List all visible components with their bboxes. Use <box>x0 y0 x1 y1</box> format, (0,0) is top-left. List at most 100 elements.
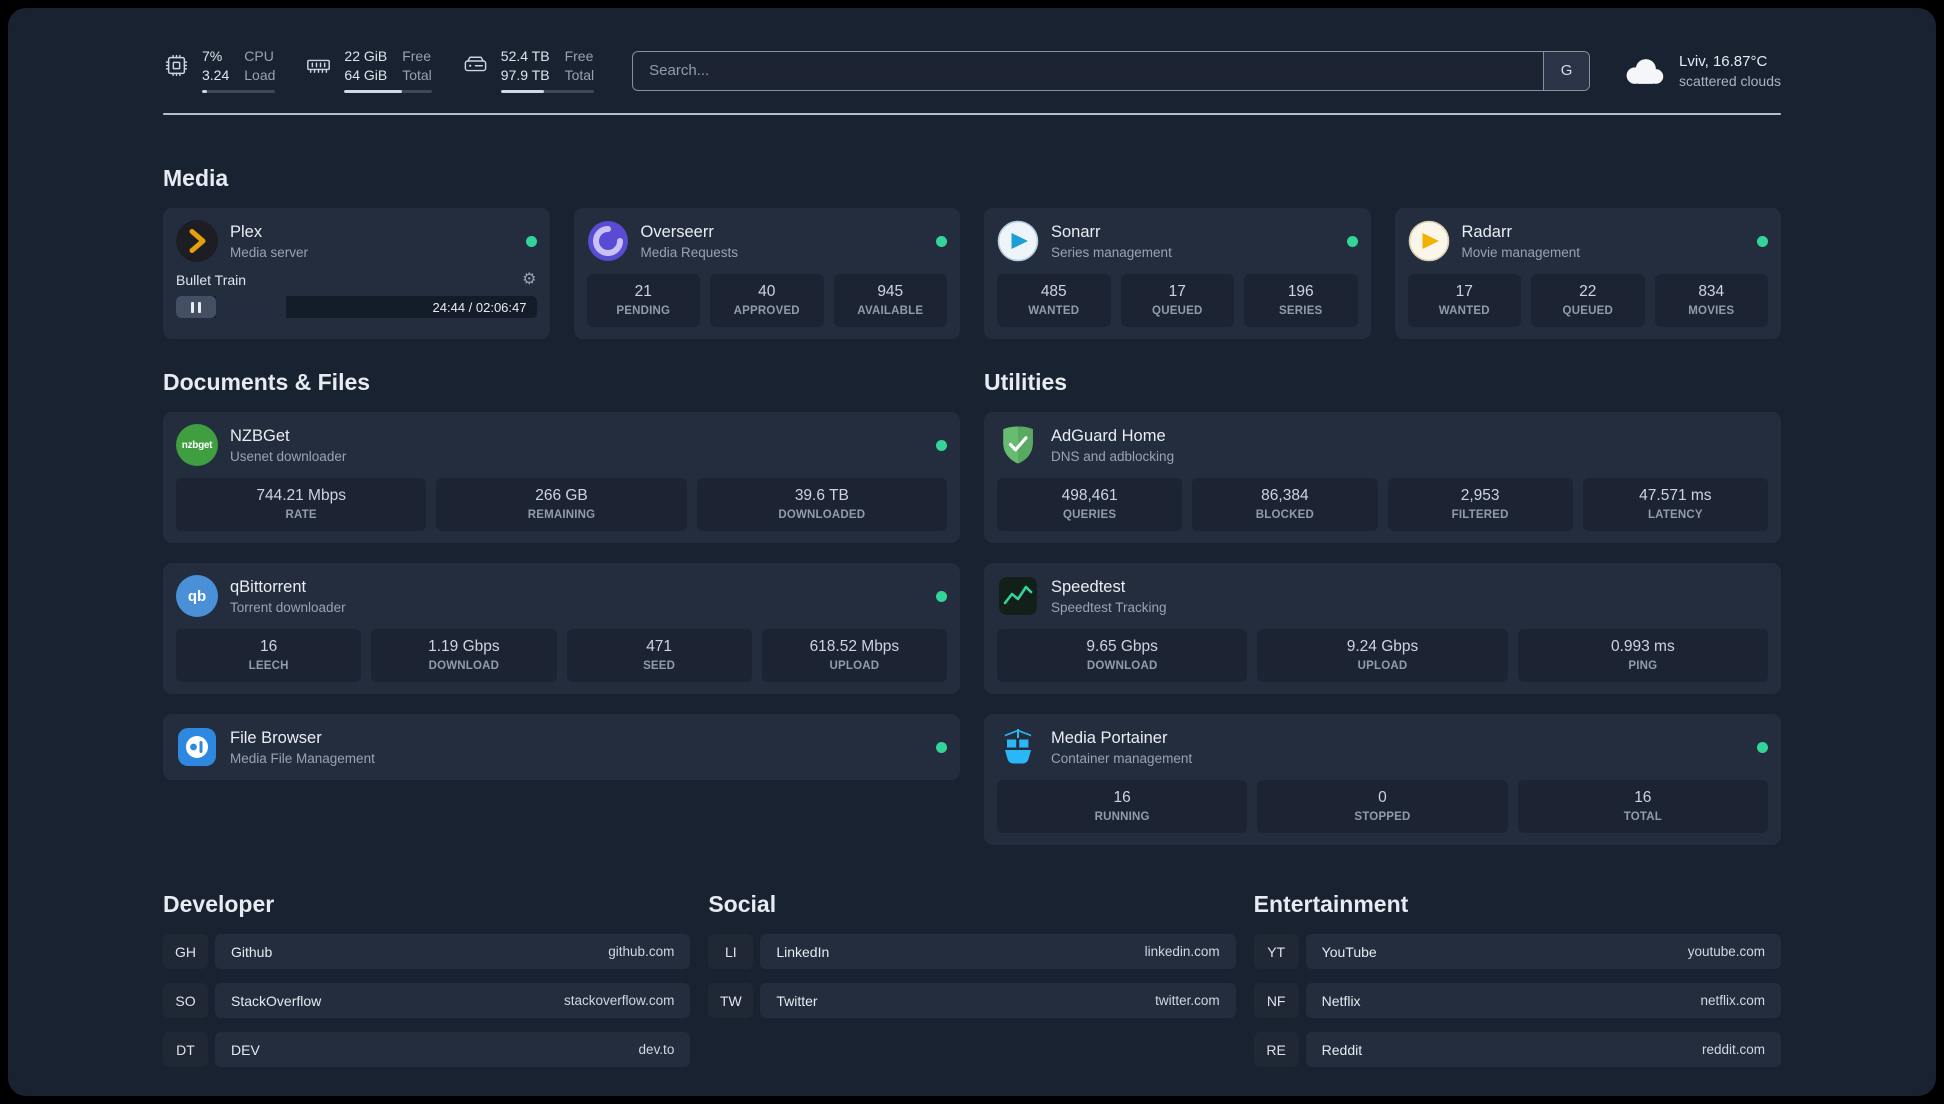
bookmark-item-stackoverflow[interactable]: SO StackOverflow stackoverflow.com <box>163 983 691 1018</box>
stat-label: STOPPED <box>1354 811 1411 823</box>
bookmark-item-netflix[interactable]: NF Netflix netflix.com <box>1253 983 1781 1018</box>
service-link-adguard[interactable]: AdGuard Home DNS and adblocking <box>997 424 1768 466</box>
stat-value: 0 <box>1378 789 1387 806</box>
disk-free-value: 52.4 TB <box>500 48 550 64</box>
service-link-plex[interactable]: Plex Media server <box>176 220 537 262</box>
memory-free-label: Free <box>402 48 432 64</box>
stat-box: 16 RUNNING <box>997 780 1248 833</box>
stat-label: QUEUED <box>1562 305 1613 317</box>
service-link-qbittorrent[interactable]: qb qBittorrent Torrent downloader <box>176 575 947 617</box>
status-dot <box>1757 741 1768 753</box>
disk-free-label: Free <box>564 48 594 64</box>
dashboard-content: 7% 3.24 CPU Load 22 GiB 64 GiB Free Tota… <box>163 8 1781 1067</box>
stat-label: AVAILABLE <box>857 305 924 317</box>
service-description: Speedtest Tracking <box>1051 599 1167 615</box>
documents-column: Documents & Files nzbget NZBGet Usenet d… <box>163 369 960 780</box>
bookmark-item-youtube[interactable]: YT YouTube youtube.com <box>1253 934 1781 969</box>
service-card-filebrowser: File Browser Media File Management <box>163 714 960 780</box>
stat-label: SEED <box>643 660 676 672</box>
memory-icon <box>305 52 332 79</box>
memory-free-value: 22 GiB <box>344 48 388 64</box>
bookmark-item-twitter[interactable]: TW Twitter twitter.com <box>708 983 1236 1018</box>
cpu-usage-bar-fill <box>202 90 208 93</box>
cpu-readout: 7% 3.24 CPU Load <box>202 48 276 93</box>
cpu-usage-bar <box>202 90 276 93</box>
stat-value: 86,384 <box>1261 487 1309 504</box>
bookmark-pill: Reddit reddit.com <box>1305 1032 1781 1067</box>
section-title-utilities: Utilities <box>984 369 1068 395</box>
stat-box: 945 AVAILABLE <box>833 274 947 327</box>
service-link-speedtest[interactable]: Speedtest Speedtest Tracking <box>997 575 1768 617</box>
sonarr-icon <box>997 220 1039 262</box>
stat-box: 16 TOTAL <box>1517 780 1768 833</box>
service-name: qBittorrent <box>230 577 307 596</box>
bookmark-pill: LinkedIn linkedin.com <box>760 934 1236 969</box>
service-card-nzbget: nzbget NZBGet Usenet downloader 744.21 M… <box>163 412 960 543</box>
stat-label: BLOCKED <box>1255 509 1314 521</box>
search-input[interactable] <box>633 62 1544 79</box>
bookmark-item-github[interactable]: GH Github github.com <box>163 934 691 969</box>
bookmark-pill: YouTube youtube.com <box>1305 934 1781 969</box>
search-provider-button[interactable]: G <box>1543 51 1590 90</box>
bookmark-abbr: YT <box>1253 934 1299 969</box>
stat-label: DOWNLOAD <box>428 660 500 672</box>
service-link-portainer[interactable]: Media Portainer Container management <box>997 726 1768 768</box>
playback-progress-bar: 24:44 / 02:06:47 <box>176 296 537 318</box>
stat-label: PING <box>1628 660 1658 672</box>
disk-widget: 52.4 TB 97.9 TB Free Total <box>462 48 595 93</box>
stat-box: 485 WANTED <box>997 274 1111 327</box>
stat-value: 1.19 Gbps <box>428 638 500 655</box>
bookmark-name: StackOverflow <box>231 992 322 1009</box>
cpu-icon <box>163 52 190 79</box>
disk-usage-bar-fill <box>500 90 545 93</box>
service-link-sonarr[interactable]: Sonarr Series management <box>997 220 1358 262</box>
bookmark-name: YouTube <box>1321 943 1377 960</box>
bookmark-item-dev[interactable]: DT DEV dev.to <box>163 1032 691 1067</box>
service-link-nzbget[interactable]: nzbget NZBGet Usenet downloader <box>176 424 947 466</box>
service-description: DNS and adblocking <box>1051 448 1175 464</box>
bookmark-pill: Github github.com <box>215 934 691 969</box>
media-card-grid: Plex Media server Bullet Train ⚙ 24:44 /… <box>163 208 1781 339</box>
stat-box: 40 APPROVED <box>710 274 824 327</box>
section-title-developer: Developer <box>163 891 275 917</box>
nzbget-icon: nzbget <box>176 424 218 466</box>
disk-total-label: Total <box>564 67 595 83</box>
service-name: Sonarr <box>1051 222 1101 241</box>
stat-label: WANTED <box>1028 305 1080 317</box>
bookmark-abbr: NF <box>1253 983 1299 1018</box>
stat-value: 0.993 ms <box>1610 638 1675 655</box>
pause-button[interactable] <box>176 296 216 318</box>
bookmark-pill: StackOverflow stackoverflow.com <box>215 983 691 1018</box>
service-name: File Browser <box>230 728 322 747</box>
stat-value: 618.52 Mbps <box>809 638 900 655</box>
stat-value: 196 <box>1287 283 1314 300</box>
stat-box: 2,953 FILTERED <box>1387 478 1573 531</box>
service-name: Media Portainer <box>1051 728 1168 747</box>
bookmark-item-linkedin[interactable]: LI LinkedIn linkedin.com <box>708 934 1236 969</box>
cpu-load-value: 3.24 <box>202 67 230 83</box>
gear-icon[interactable]: ⚙ <box>522 272 536 288</box>
filebrowser-icon <box>176 726 218 768</box>
service-description: Container management <box>1051 750 1193 766</box>
stat-value: 498,461 <box>1061 487 1118 504</box>
bookmark-group-social: Social LI LinkedIn linkedin.com TW Twitt… <box>708 845 1236 1067</box>
stat-label: UPLOAD <box>829 660 880 672</box>
service-link-overseerr[interactable]: Overseerr Media Requests <box>587 220 947 262</box>
bookmark-url: linkedin.com <box>1144 944 1220 959</box>
stat-box: 618.52 Mbps UPLOAD <box>761 629 947 682</box>
status-dot <box>1757 235 1768 247</box>
cpu-widget: 7% 3.24 CPU Load <box>163 48 276 93</box>
service-card-overseerr: Overseerr Media Requests 21 PENDING 40 A… <box>573 208 960 339</box>
stat-value: 17 <box>1168 283 1186 300</box>
stat-box: 39.6 TB DOWNLOADED <box>696 478 947 531</box>
status-dot <box>525 235 537 247</box>
search-bar[interactable]: G <box>632 50 1591 91</box>
service-link-radarr[interactable]: Radarr Movie management <box>1408 220 1768 262</box>
service-description: Media server <box>230 244 309 260</box>
stat-value: 744.21 Mbps <box>256 487 346 504</box>
service-link-filebrowser[interactable]: File Browser Media File Management <box>176 726 947 768</box>
service-card-speedtest: Speedtest Speedtest Tracking 9.65 Gbps D… <box>984 563 1781 694</box>
stat-value: 40 <box>758 283 776 300</box>
memory-total-value: 64 GiB <box>344 67 388 83</box>
bookmark-item-reddit[interactable]: RE Reddit reddit.com <box>1253 1032 1781 1067</box>
